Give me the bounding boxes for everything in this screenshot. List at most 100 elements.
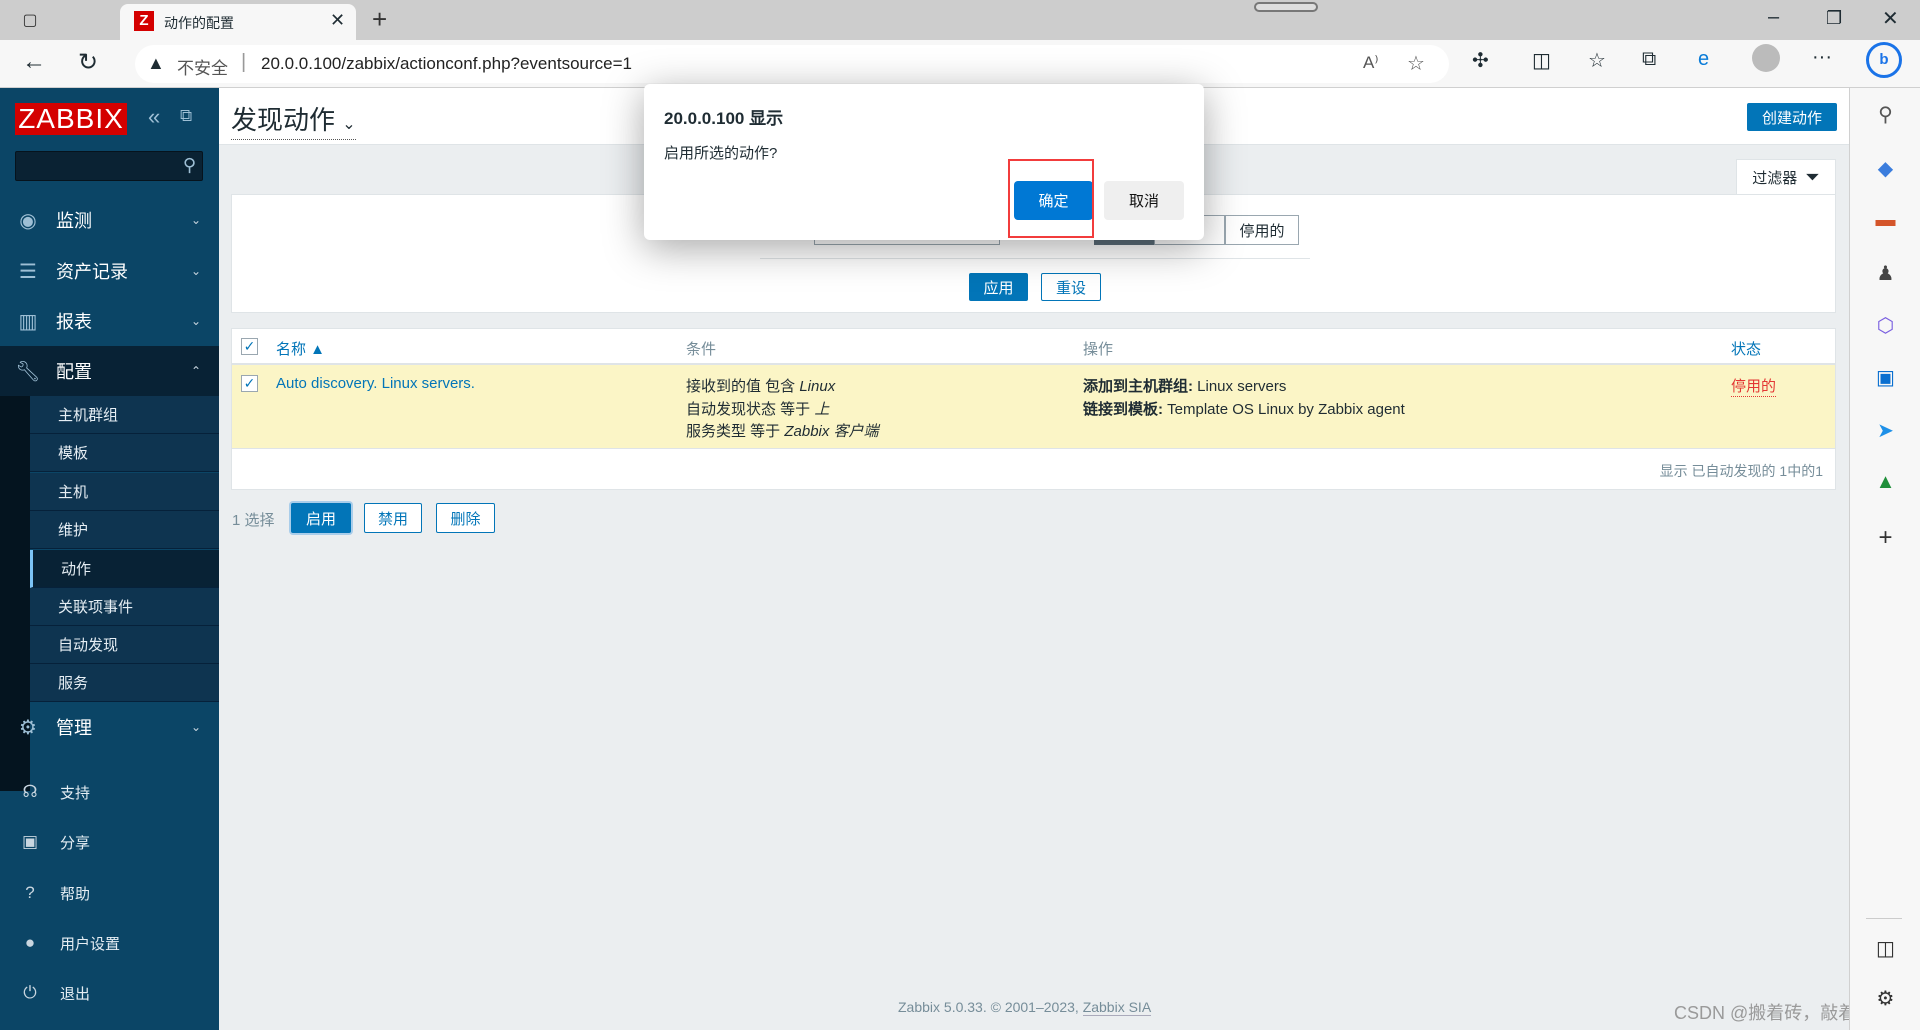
enable-selected-button[interactable]: 启用 <box>291 503 351 533</box>
apply-button[interactable]: 应用 <box>969 273 1028 301</box>
tree-icon[interactable]: ▲ <box>1850 471 1920 494</box>
split-screen-icon[interactable]: ◫ <box>1532 48 1551 73</box>
office-icon[interactable]: ⬡ <box>1850 313 1920 338</box>
bing-copilot-icon[interactable]: b <box>1866 42 1902 78</box>
submenu-label: 维护 <box>58 522 89 539</box>
address-toolbar: ← ↻ ▲ 不安全 | 20.0.0.100/zabbix/actionconf… <box>0 40 1920 88</box>
page-title: 发现动作 <box>231 105 336 135</box>
link-label: 用户设置 <box>60 935 121 953</box>
footer-link[interactable]: Zabbix SIA <box>1082 999 1152 1016</box>
kiosk-mode-icon[interactable]: ⧉ <box>180 106 192 126</box>
address-bar[interactable]: ▲ 不安全 | 20.0.0.100/zabbix/actionconf.php… <box>135 45 1449 83</box>
create-action-button[interactable]: 创建动作 <box>1747 103 1837 131</box>
action-name-link[interactable]: Auto discovery. Linux servers. <box>276 375 475 392</box>
zabbix-share-icon: ▣ <box>21 832 39 851</box>
sidebar-search-input[interactable]: ⚲ <box>15 151 203 181</box>
close-window-icon[interactable]: ✕ <box>1882 6 1899 31</box>
toolbox-icon[interactable]: ▬ <box>1850 209 1920 232</box>
help-icon: ? <box>25 883 35 902</box>
link-label: 帮助 <box>60 885 91 903</box>
games-icon[interactable]: ♟ <box>1850 261 1920 286</box>
submenu-maintenance[interactable]: 维护 <box>30 511 219 549</box>
menu-label: 监测 <box>56 211 92 231</box>
browser-tab[interactable]: Z 动作的配置 ✕ <box>120 4 356 40</box>
select-all-checkbox[interactable]: ✓ <box>241 338 258 355</box>
tab-actions-icon[interactable]: ▢ <box>18 8 42 32</box>
menu-inventory[interactable]: ☰ 资产记录 ⌄ <box>0 246 219 296</box>
filter-status-disabled[interactable]: 停用的 <box>1225 215 1299 245</box>
send-icon[interactable]: ➤ <box>1850 418 1920 443</box>
ie-mode-icon[interactable]: e <box>1698 48 1709 71</box>
back-icon[interactable]: ← <box>22 48 46 76</box>
link-label: 分享 <box>60 834 91 852</box>
zabbix-logo[interactable]: ZABBIX <box>15 103 127 135</box>
outlook-icon[interactable]: ▣ <box>1850 365 1920 390</box>
column-status[interactable]: 状态 <box>1731 338 1761 359</box>
window-drag-handle[interactable] <box>1254 2 1318 12</box>
new-tab-icon[interactable]: + <box>372 4 387 35</box>
row-checkbox[interactable]: ✓ <box>241 375 258 392</box>
more-icon[interactable]: ··· <box>1812 46 1832 69</box>
search-icon[interactable]: ⚲ <box>1850 102 1920 127</box>
filter-icon: ⏷ <box>1805 167 1820 187</box>
extensions-icon[interactable]: ✣ <box>1472 48 1489 73</box>
submenu-label: 主机 <box>58 484 89 501</box>
shopping-tag-icon[interactable]: ◆ <box>1850 156 1920 181</box>
status-toggle-link[interactable]: 停用的 <box>1731 375 1777 397</box>
submenu-host-groups[interactable]: 主机群组 <box>30 396 219 434</box>
submenu-hosts[interactable]: 主机 <box>30 473 219 511</box>
minimize-icon[interactable]: – <box>1768 6 1779 29</box>
close-tab-icon[interactable]: ✕ <box>330 10 345 31</box>
restore-icon[interactable]: ❐ <box>1826 8 1842 29</box>
menu-label: 资产记录 <box>56 262 128 282</box>
menu-configuration[interactable]: 🔧︎ 配置 ⌃ <box>0 346 219 396</box>
submenu-discovery[interactable]: 自动发现 <box>30 626 219 664</box>
search-icon[interactable]: ⚲ <box>183 155 196 176</box>
read-aloud-icon[interactable]: A⁾ <box>1363 53 1379 73</box>
menu-administration[interactable]: ⚙ 管理 ⌄ <box>0 702 219 752</box>
table-summary: 显示 已自动发现的 1中的1 <box>1659 463 1823 479</box>
eye-icon: ◉ <box>19 209 37 232</box>
collections-icon[interactable]: ⧉ <box>1642 48 1656 71</box>
share-link[interactable]: ▣ 分享 <box>0 822 219 862</box>
url-text[interactable]: 20.0.0.100/zabbix/actionconf.php?eventso… <box>261 54 632 74</box>
refresh-icon[interactable]: ↻ <box>78 48 98 77</box>
security-label: 不安全 <box>177 59 228 78</box>
sidebar-toggle-icon[interactable]: ◫ <box>1850 936 1920 961</box>
sign-out-link[interactable]: ⏻ 退出 <box>0 973 219 1013</box>
tab-title: 动作的配置 <box>164 15 234 31</box>
delete-selected-button[interactable]: 删除 <box>436 503 495 533</box>
submenu-label: 服务 <box>58 675 89 692</box>
list-icon: ☰ <box>19 260 37 283</box>
filter-tab[interactable]: 过滤器 ⏷ <box>1736 159 1836 195</box>
menu-reports[interactable]: ▥ 报表 ⌄ <box>0 296 219 346</box>
confirm-dialog: 20.0.0.100 显示 启用所选的动作? 确定 取消 <box>644 84 1204 240</box>
support-link[interactable]: ☊ 支持 <box>0 772 219 812</box>
submenu-services[interactable]: 服务 <box>30 664 219 702</box>
chevron-up-icon: ⌃ <box>190 364 201 378</box>
submenu-correlation[interactable]: 关联项事件 <box>30 588 219 626</box>
menu-monitoring[interactable]: ◉ 监测 ⌄ <box>0 195 219 245</box>
add-icon[interactable]: + <box>1850 524 1920 552</box>
wrench-icon: 🔧︎ <box>15 360 41 383</box>
reset-button[interactable]: 重设 <box>1041 273 1101 301</box>
dialog-cancel-button[interactable]: 取消 <box>1104 181 1184 220</box>
submenu-templates[interactable]: 模板 <box>30 434 219 472</box>
submenu-actions[interactable]: 动作 <box>30 550 219 588</box>
favorites-icon[interactable]: ☆ <box>1588 48 1606 73</box>
headset-icon: ☊ <box>22 782 38 801</box>
help-link[interactable]: ? 帮助 <box>0 873 219 913</box>
user-settings-link[interactable]: ● 用户设置 <box>0 923 219 963</box>
page-title-dropdown[interactable]: 发现动作 ⌄ <box>231 100 356 140</box>
filter-tab-label: 过滤器 <box>1752 170 1798 187</box>
submenu-label: 关联项事件 <box>58 599 134 616</box>
add-favorite-icon[interactable]: ☆ <box>1407 51 1425 76</box>
column-name[interactable]: 名称 ▲ <box>276 338 325 359</box>
collapse-sidebar-icon[interactable]: « <box>148 104 160 130</box>
dialog-message: 启用所选的动作? <box>664 145 778 162</box>
chart-icon: ▥ <box>18 310 38 333</box>
settings-icon[interactable]: ⚙ <box>1850 986 1920 1011</box>
profile-avatar[interactable] <box>1752 44 1780 72</box>
table-header: ✓ 名称 ▲ 条件 操作 状态 <box>232 329 1835 365</box>
disable-selected-button[interactable]: 禁用 <box>364 503 422 533</box>
